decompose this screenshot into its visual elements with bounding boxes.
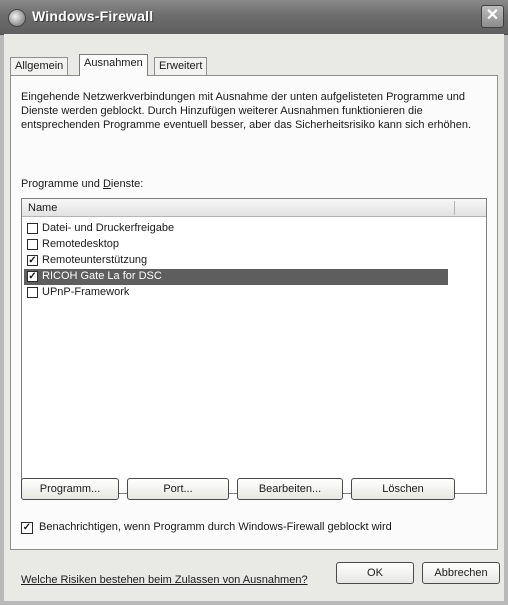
list-item-remote-desktop[interactable]: Remotedesktop bbox=[24, 237, 448, 253]
checkbox[interactable] bbox=[27, 287, 38, 298]
firewall-icon bbox=[8, 9, 26, 27]
close-icon[interactable]: ✕ bbox=[481, 5, 504, 28]
notify-checkbox[interactable]: ✓ bbox=[21, 522, 33, 534]
list-item-upnp-framework[interactable]: UPnP-Framework bbox=[24, 285, 448, 301]
window-title: Windows-Firewall bbox=[32, 8, 154, 24]
tab-exceptions[interactable]: Ausnahmen bbox=[79, 54, 148, 76]
edit-button[interactable]: Bearbeiten... bbox=[237, 478, 343, 500]
tab-general[interactable]: Allgemein bbox=[10, 57, 69, 75]
checkbox-checked[interactable]: ✓ bbox=[27, 255, 38, 266]
firewall-window: Windows-Firewall ✕ Allgemein Ausnahmen E… bbox=[0, 0, 508, 605]
risks-help-link[interactable]: Welche Risiken bestehen beim Zulassen vo… bbox=[21, 574, 308, 586]
exceptions-panel: Eingehende Netzwerkverbindungen mit Ausn… bbox=[10, 75, 498, 586]
add-port-button[interactable]: Port... bbox=[127, 478, 229, 500]
delete-button[interactable]: Löschen bbox=[351, 478, 455, 500]
dialog-client: Allgemein Ausnahmen Erweitert Eingehende… bbox=[4, 34, 504, 601]
checkbox-checked[interactable]: ✓ bbox=[27, 271, 38, 282]
list-item-ricoh-gate[interactable]: ✓ RICOH Gate La for DSC bbox=[24, 269, 448, 285]
column-name: Name bbox=[28, 202, 58, 214]
cancel-button[interactable]: Abbrechen bbox=[422, 562, 500, 584]
checkbox[interactable] bbox=[27, 223, 38, 234]
ok-button[interactable]: OK bbox=[336, 562, 414, 584]
title-bar[interactable]: Windows-Firewall ✕ bbox=[0, 0, 508, 35]
exceptions-description: Eingehende Netzwerkverbindungen mit Ausn… bbox=[21, 91, 472, 131]
notify-label[interactable]: Benachrichtigen, wenn Programm durch Win… bbox=[39, 521, 392, 533]
list-column-header[interactable]: Name bbox=[22, 199, 486, 217]
column-separator bbox=[454, 201, 455, 215]
tab-advanced[interactable]: Erweitert bbox=[154, 57, 208, 75]
list-item-file-printer-sharing[interactable]: Datei- und Druckerfreigabe bbox=[24, 221, 448, 237]
list-item-remote-assistance[interactable]: ✓ Remoteunterstützung bbox=[24, 253, 448, 269]
programs-list-label: Programme und Dienste: bbox=[21, 178, 144, 190]
add-program-button[interactable]: Programm... bbox=[21, 478, 119, 500]
programs-list[interactable]: Name Datei- und Druckerfreigabe Remotede… bbox=[21, 198, 487, 494]
checkbox[interactable] bbox=[27, 239, 38, 250]
